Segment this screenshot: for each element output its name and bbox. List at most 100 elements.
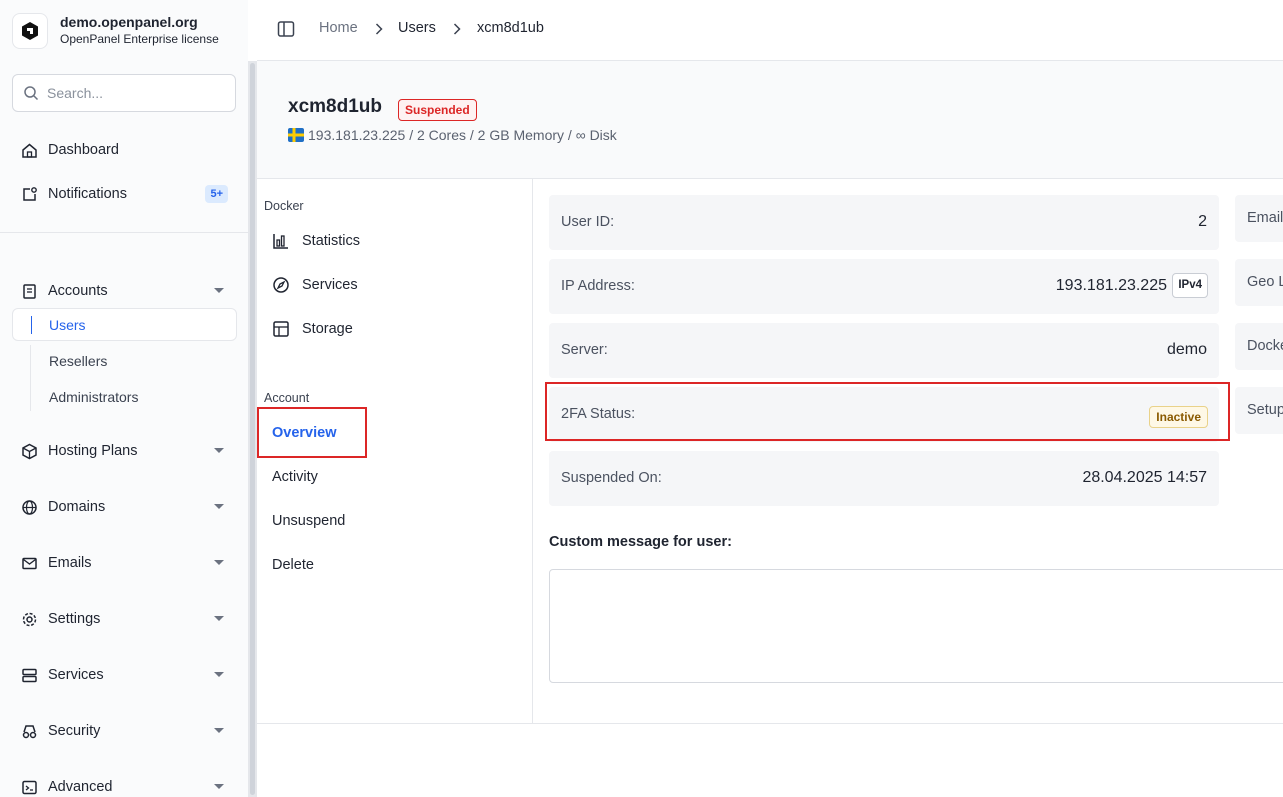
nav-services-label: Services <box>48 667 104 683</box>
nav-settings-label: Settings <box>48 611 101 627</box>
account-section-label: Account <box>264 391 310 405</box>
sidebar-scrollbar[interactable] <box>248 61 257 797</box>
sidebar-item-resellers[interactable]: Resellers <box>49 353 107 369</box>
chevron-down-icon <box>214 672 224 677</box>
page-title: xcm8d1ub <box>288 96 382 117</box>
docker-label: Docke <box>1247 338 1283 354</box>
chevron-down-icon <box>214 784 224 789</box>
gear-icon <box>20 610 38 628</box>
geo-label: Geo L <box>1247 274 1283 290</box>
mail-icon <box>20 554 38 572</box>
custom-message-input[interactable] <box>549 569 1283 683</box>
detail-geo: Geo L <box>1235 259 1283 306</box>
notification-icon <box>20 185 38 203</box>
nav-dashboard-label: Dashboard <box>48 142 119 158</box>
secnav-services-label: Services <box>302 277 358 293</box>
nav-domains[interactable]: Domains <box>12 489 236 525</box>
terminal-icon <box>20 778 38 796</box>
security-icon <box>20 722 38 740</box>
breadcrumb-users[interactable]: Users <box>398 20 436 36</box>
chevron-right-icon <box>453 22 461 40</box>
custom-message-label: Custom message for user: <box>549 534 732 550</box>
compass-icon <box>272 276 290 294</box>
detail-server: Server: demo <box>549 323 1219 378</box>
suspended-value: 28.04.2025 14:57 <box>1082 469 1207 486</box>
package-icon <box>20 442 38 460</box>
secnav-delete[interactable]: Delete <box>272 557 314 573</box>
nav-settings[interactable]: Settings <box>12 601 236 637</box>
nav-emails-label: Emails <box>48 555 92 571</box>
detail-ip-address: IP Address: 193.181.23.225 IPv4 <box>549 259 1219 314</box>
secnav-unsuspend[interactable]: Unsuspend <box>272 513 345 529</box>
nav-emails[interactable]: Emails <box>12 545 236 581</box>
secnav-statistics-label: Statistics <box>302 233 361 249</box>
breadcrumb-current: xcm8d1ub <box>477 20 544 36</box>
sweden-flag-icon <box>288 128 304 142</box>
chevron-down-icon <box>214 560 224 565</box>
sidebar-toggle-icon[interactable] <box>277 20 295 38</box>
nav-advanced-label: Advanced <box>48 779 113 795</box>
server-value: demo <box>1166 341 1207 358</box>
nav-notifications-label: Notifications <box>48 186 127 202</box>
nav-accounts-label: Accounts <box>48 283 108 299</box>
search-box[interactable] <box>12 74 236 112</box>
secnav-activity[interactable]: Activity <box>272 469 318 485</box>
chevron-down-icon <box>214 448 224 453</box>
twofa-highlight <box>545 382 1230 441</box>
bar-chart-icon <box>272 232 290 250</box>
secnav-storage[interactable]: Storage <box>272 318 353 340</box>
chevron-down-icon <box>214 616 224 621</box>
user-meta-text: 193.181.23.225 / 2 Cores / 2 GB Memory /… <box>308 127 617 143</box>
nav-security[interactable]: Security <box>12 713 236 749</box>
subnav-line <box>30 345 31 411</box>
nav-advanced[interactable]: Advanced <box>12 769 236 797</box>
nav-dashboard[interactable]: Dashboard <box>12 132 236 168</box>
suspended-label: Suspended On: <box>561 470 662 486</box>
sidebar-divider <box>0 232 248 233</box>
sidebar-item-users-label: Users <box>49 317 86 333</box>
user-meta: 193.181.23.225 / 2 Cores / 2 GB Memory /… <box>288 127 617 143</box>
chevron-down-icon <box>214 504 224 509</box>
brand-subtitle: OpenPanel Enterprise license <box>60 32 219 46</box>
nav-security-label: Security <box>48 723 101 739</box>
scrollbar-thumb[interactable] <box>250 63 255 795</box>
detail-setup: Setup <box>1235 387 1283 434</box>
storage-grid-icon <box>272 320 290 338</box>
sidebar-item-users[interactable] <box>12 308 237 341</box>
user-id-value: 2 <box>1198 213 1207 230</box>
search-input[interactable] <box>47 85 227 101</box>
openpanel-logo-icon <box>12 12 48 49</box>
nav-hosting-plans[interactable]: Hosting Plans <box>12 433 236 469</box>
secnav-storage-label: Storage <box>302 321 353 337</box>
brand-title: demo.openpanel.org <box>60 14 198 30</box>
secnav-overview-label: Overview <box>272 425 337 441</box>
active-indicator <box>31 316 32 334</box>
accounts-icon <box>20 282 38 300</box>
nav-domains-label: Domains <box>48 499 106 515</box>
topbar: Home Users xcm8d1ub <box>257 0 1283 61</box>
detail-suspended-on: Suspended On: 28.04.2025 14:57 <box>549 451 1219 506</box>
detail-user-id: User ID: 2 <box>549 195 1219 250</box>
server-label: Server: <box>561 342 608 358</box>
nav-services[interactable]: Services <box>12 657 236 693</box>
page-header: xcm8d1ub Suspended 193.181.23.225 / 2 Co… <box>257 61 1283 179</box>
email-label: Email <box>1247 210 1283 226</box>
nav-accounts[interactable]: Accounts <box>12 273 236 309</box>
server-icon <box>20 666 38 684</box>
secnav-statistics[interactable]: Statistics <box>272 230 360 252</box>
status-badge: Suspended <box>398 99 477 121</box>
docker-section-label: Docker <box>264 199 304 213</box>
ip-type-badge: IPv4 <box>1172 273 1208 298</box>
breadcrumb-home[interactable]: Home <box>319 20 358 36</box>
globe-icon <box>20 498 38 516</box>
nav-notifications[interactable]: Notifications 5+ <box>12 176 236 212</box>
notifications-badge: 5+ <box>205 185 228 203</box>
secnav-services[interactable]: Services <box>272 274 358 296</box>
detail-email: Email <box>1235 195 1283 242</box>
sidebar-item-administrators[interactable]: Administrators <box>49 389 138 405</box>
ip-label: IP Address: <box>561 278 635 294</box>
search-icon <box>24 86 39 101</box>
brand[interactable]: demo.openpanel.org OpenPanel Enterprise … <box>0 0 248 61</box>
chevron-right-icon <box>375 22 383 40</box>
detail-docker: Docke <box>1235 323 1283 370</box>
